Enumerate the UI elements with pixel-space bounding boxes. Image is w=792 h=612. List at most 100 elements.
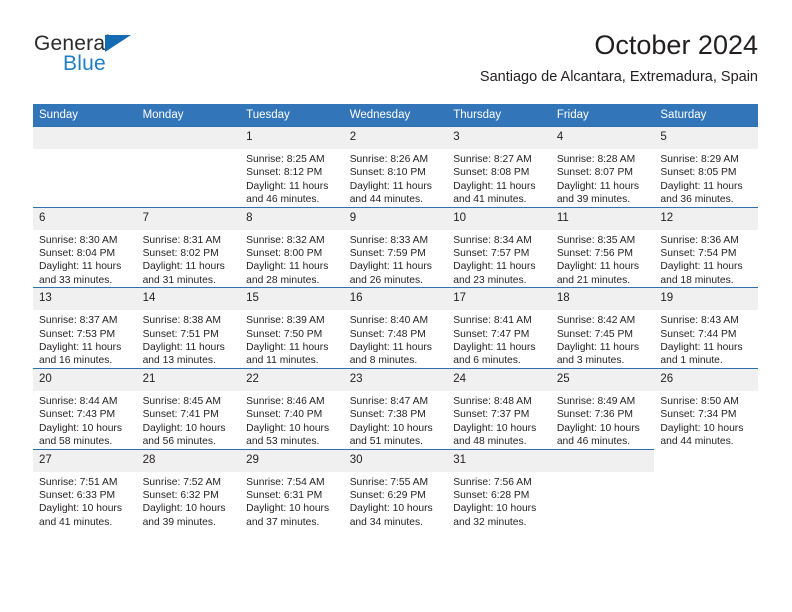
day-number: 10 (447, 207, 551, 230)
daylight-text: Daylight: 10 hours and 48 minutes. (453, 422, 537, 448)
day-details: Sunrise: 8:30 AM Sunset: 8:04 PM Daylight:… (33, 230, 137, 288)
sunrise-text: Sunrise: 8:28 AM (556, 154, 636, 165)
calendar-cell-day[interactable]: 13 Sunrise: 8:37 AM Sunset: 7:53 PM Dayligh… (33, 287, 137, 369)
calendar-cell-day[interactable]: 7 Sunrise: 8:31 AM Sunset: 8:02 PM Daylight… (136, 206, 241, 288)
day-number: 30 (343, 449, 448, 472)
calendar-cell-day[interactable]: 5 Sunrise: 8:29 AM Sunset: 8:05 PM Daylight… (654, 126, 758, 208)
sunrise-text: Sunrise: 8:32 AM (246, 234, 325, 246)
sunrise-text: Sunrise: 7:55 AM (349, 476, 429, 488)
calendar-cell-day[interactable]: 10 Sunrise: 8:34 AM Sunset: 7:57 PM Dayligh… (447, 206, 551, 288)
calendar-cell-day[interactable]: 15 Sunrise: 8:39 AM Sunset: 7:50 PM Dayligh… (240, 287, 344, 369)
day-number (654, 449, 758, 471)
calendar-cell-empty (33, 126, 137, 208)
calendar-cell-day[interactable]: 21 Sunrise: 8:45 AM Sunset: 7:41 PM Dayligh… (136, 367, 241, 449)
sunrise-text: Sunrise: 8:37 AM (39, 315, 118, 327)
day-details: Sunrise: 8:35 AM Sunset: 7:56 PM Daylight:… (551, 230, 655, 288)
weekday-header-thursday: Thursday (447, 104, 551, 127)
sunrise-text: Sunrise: 8:40 AM (349, 315, 429, 327)
daylight-text: Daylight: 10 hours and 39 minutes. (142, 503, 226, 528)
daylight-text: Daylight: 11 hours and 18 minutes. (660, 261, 743, 286)
calendar-cell-day[interactable]: 30 Sunrise: 7:55 AM Sunset: 6:29 PM Dayligh… (343, 448, 448, 530)
calendar-cell-day[interactable]: 27 Sunrise: 7:51 AM Sunset: 6:33 PM Dayligh… (33, 448, 137, 530)
daylight-text: Daylight: 10 hours and 41 minutes. (39, 503, 122, 528)
daylight-text: Daylight: 11 hours and 8 minutes. (349, 342, 432, 367)
day-details: Sunrise: 8:31 AM Sunset: 8:02 PM Daylight:… (137, 230, 241, 288)
calendar-cell-day[interactable]: 29 Sunrise: 7:54 AM Sunset: 6:31 PM Dayligh… (240, 448, 344, 530)
calendar-cell-day[interactable]: 24 Sunrise: 8:48 AM Sunset: 7:37 PM Dayligh… (447, 367, 551, 449)
calendar-cell-day[interactable]: 9 Sunrise: 8:33 AM Sunset: 7:59 PM Daylight… (343, 206, 448, 288)
calendar-cell-day[interactable]: 4 Sunrise: 8:28 AM Sunset: 8:07 PM Daylight… (550, 126, 655, 208)
sunrise-text: Sunrise: 8:46 AM (246, 395, 325, 407)
calendar-cell-day[interactable]: 26 Sunrise: 8:50 AM Sunset: 7:34 PM Dayligh… (654, 367, 758, 449)
sunrise-text: Sunrise: 8:44 AM (39, 395, 118, 407)
calendar-cell-day[interactable]: 3 Sunrise: 8:27 AM Sunset: 8:08 PM Daylight… (447, 126, 551, 208)
daylight-text: Daylight: 11 hours and 21 minutes. (556, 261, 640, 286)
daylight-text: Daylight: 11 hours and 13 minutes. (142, 342, 225, 367)
day-number: 12 (654, 207, 758, 230)
daylight-text: Daylight: 11 hours and 46 minutes. (246, 180, 329, 206)
day-number: 18 (550, 288, 655, 311)
day-details: Sunrise: 8:28 AM Sunset: 8:07 PM Daylight:… (551, 149, 655, 207)
logo-triangle-icon (105, 35, 131, 52)
calendar-cell-day[interactable]: 18 Sunrise: 8:42 AM Sunset: 7:45 PM Dayligh… (550, 287, 655, 369)
sunset-text: Sunset: 7:54 PM (660, 248, 737, 260)
calendar-cell-day[interactable]: 25 Sunrise: 8:49 AM Sunset: 7:36 PM Dayligh… (550, 367, 655, 449)
sunrise-text: Sunrise: 7:51 AM (39, 476, 118, 488)
calendar-cell-day[interactable]: 14 Sunrise: 8:38 AM Sunset: 7:51 PM Dayligh… (136, 287, 241, 369)
calendar-cell-day[interactable]: 16 Sunrise: 8:40 AM Sunset: 7:48 PM Dayligh… (343, 287, 448, 369)
sunrise-text: Sunrise: 8:27 AM (453, 154, 532, 165)
generalblue-logo[interactable]: General Blue (34, 32, 204, 84)
day-number: 23 (343, 368, 448, 391)
calendar-cell-day[interactable]: 6 Sunrise: 8:30 AM Sunset: 8:04 PM Daylight… (33, 206, 137, 288)
day-details: Sunrise: 8:40 AM Sunset: 7:48 PM Daylight:… (344, 310, 448, 368)
day-details: Sunrise: 8:46 AM Sunset: 7:40 PM Daylight:… (240, 391, 344, 449)
sunrise-text: Sunrise: 8:38 AM (142, 315, 221, 327)
daylight-text: Daylight: 10 hours and 44 minutes. (660, 422, 744, 448)
calendar-cell-day[interactable]: 22 Sunrise: 8:46 AM Sunset: 7:40 PM Dayligh… (240, 367, 344, 449)
daylight-text: Daylight: 10 hours and 32 minutes. (453, 503, 537, 528)
daylight-text: Daylight: 11 hours and 16 minutes. (39, 342, 122, 367)
sunrise-text: Sunrise: 8:31 AM (142, 234, 221, 246)
calendar-cell-empty (550, 448, 655, 530)
weekday-header-sunday: Sunday (33, 104, 137, 127)
calendar-page: General Blue October 2024 Santiago de Al… (0, 0, 792, 612)
calendar-cell-day[interactable]: 19 Sunrise: 8:43 AM Sunset: 7:44 PM Dayligh… (654, 287, 758, 369)
sunrise-text: Sunrise: 8:30 AM (39, 234, 118, 246)
sunset-text: Sunset: 7:44 PM (660, 328, 737, 340)
sunset-text: Sunset: 7:45 PM (556, 328, 633, 340)
calendar-cell-day[interactable]: 12 Sunrise: 8:36 AM Sunset: 7:54 PM Dayligh… (654, 206, 758, 288)
day-details: Sunrise: 7:56 AM Sunset: 6:28 PM Daylight:… (447, 472, 551, 530)
day-number: 9 (343, 207, 448, 230)
day-details: Sunrise: 8:38 AM Sunset: 7:51 PM Daylight:… (137, 310, 241, 368)
sunset-text: Sunset: 8:08 PM (453, 167, 530, 179)
sunrise-text: Sunrise: 8:25 AM (246, 154, 325, 165)
calendar-cell-day[interactable]: 28 Sunrise: 7:52 AM Sunset: 6:32 PM Dayligh… (136, 448, 241, 530)
day-details: Sunrise: 7:51 AM Sunset: 6:33 PM Daylight:… (33, 472, 137, 530)
sunrise-text: Sunrise: 8:42 AM (556, 315, 636, 327)
calendar-cell-day[interactable]: 1 Sunrise: 8:25 AM Sunset: 8:12 PM Daylight… (240, 126, 344, 208)
day-number: 22 (240, 368, 344, 391)
sunset-text: Sunset: 8:00 PM (246, 248, 323, 260)
calendar-cell-day[interactable]: 8 Sunrise: 8:32 AM Sunset: 8:00 PM Daylight… (240, 206, 344, 288)
day-number: 11 (550, 207, 655, 230)
calendar-table: Sunday Monday Tuesday Wednesday Thursday… (33, 104, 758, 530)
calendar-cell-day[interactable]: 31 Sunrise: 7:56 AM Sunset: 6:28 PM Dayligh… (447, 448, 551, 530)
daylight-text: Daylight: 10 hours and 58 minutes. (39, 422, 122, 448)
sunset-text: Sunset: 7:36 PM (556, 409, 633, 421)
sunrise-text: Sunrise: 8:49 AM (556, 395, 636, 407)
calendar-cell-day[interactable]: 2 Sunrise: 8:26 AM Sunset: 8:10 PM Daylight… (343, 126, 448, 208)
day-number: 16 (343, 288, 448, 311)
calendar-cell-day[interactable]: 23 Sunrise: 8:47 AM Sunset: 7:38 PM Dayligh… (343, 367, 448, 449)
calendar-cell-day[interactable]: 17 Sunrise: 8:41 AM Sunset: 7:47 PM Dayligh… (447, 287, 551, 369)
day-details: Sunrise: 8:34 AM Sunset: 7:57 PM Daylight:… (447, 230, 551, 288)
daylight-text: Daylight: 11 hours and 11 minutes. (246, 342, 329, 367)
day-details: Sunrise: 8:36 AM Sunset: 7:54 PM Daylight:… (654, 230, 758, 288)
calendar-cell-day[interactable]: 11 Sunrise: 8:35 AM Sunset: 7:56 PM Dayligh… (550, 206, 655, 288)
calendar-cell-day[interactable]: 20 Sunrise: 8:44 AM Sunset: 7:43 PM Dayligh… (33, 367, 137, 449)
sunset-text: Sunset: 6:31 PM (246, 489, 323, 501)
day-number: 8 (240, 207, 344, 230)
daylight-text: Daylight: 11 hours and 44 minutes. (349, 180, 432, 206)
page-subtitle: Santiago de Alcantara, Extremadura, Spai… (479, 69, 758, 85)
day-details: Sunrise: 8:25 AM Sunset: 8:12 PM Daylight:… (240, 149, 344, 207)
sunset-text: Sunset: 6:28 PM (453, 489, 530, 501)
